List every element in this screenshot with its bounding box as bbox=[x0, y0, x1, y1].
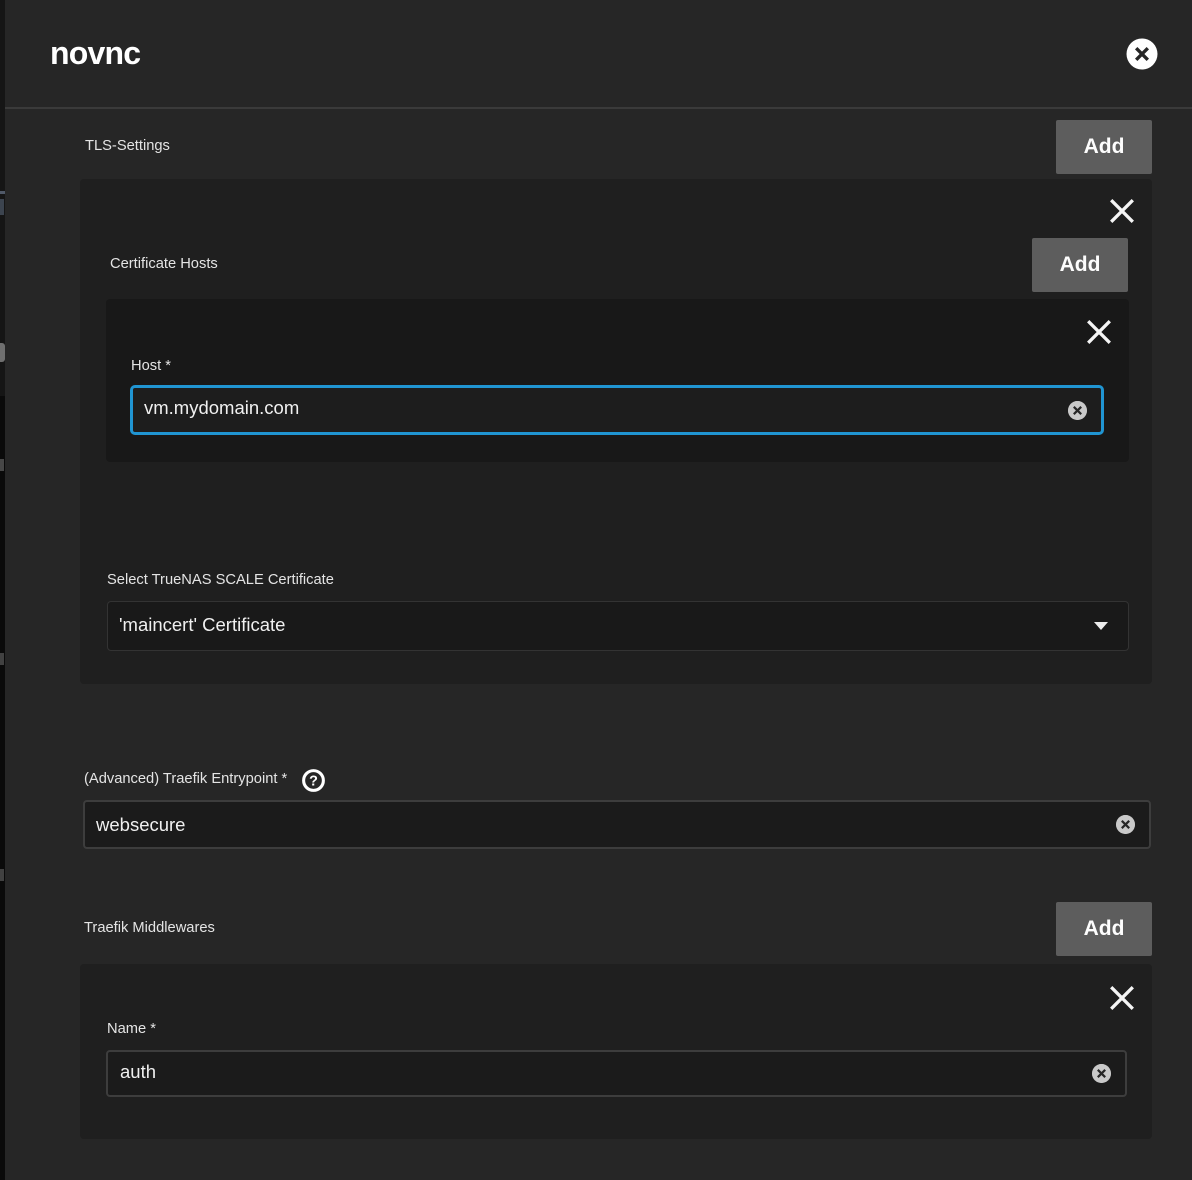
svg-text:?: ? bbox=[309, 773, 318, 789]
